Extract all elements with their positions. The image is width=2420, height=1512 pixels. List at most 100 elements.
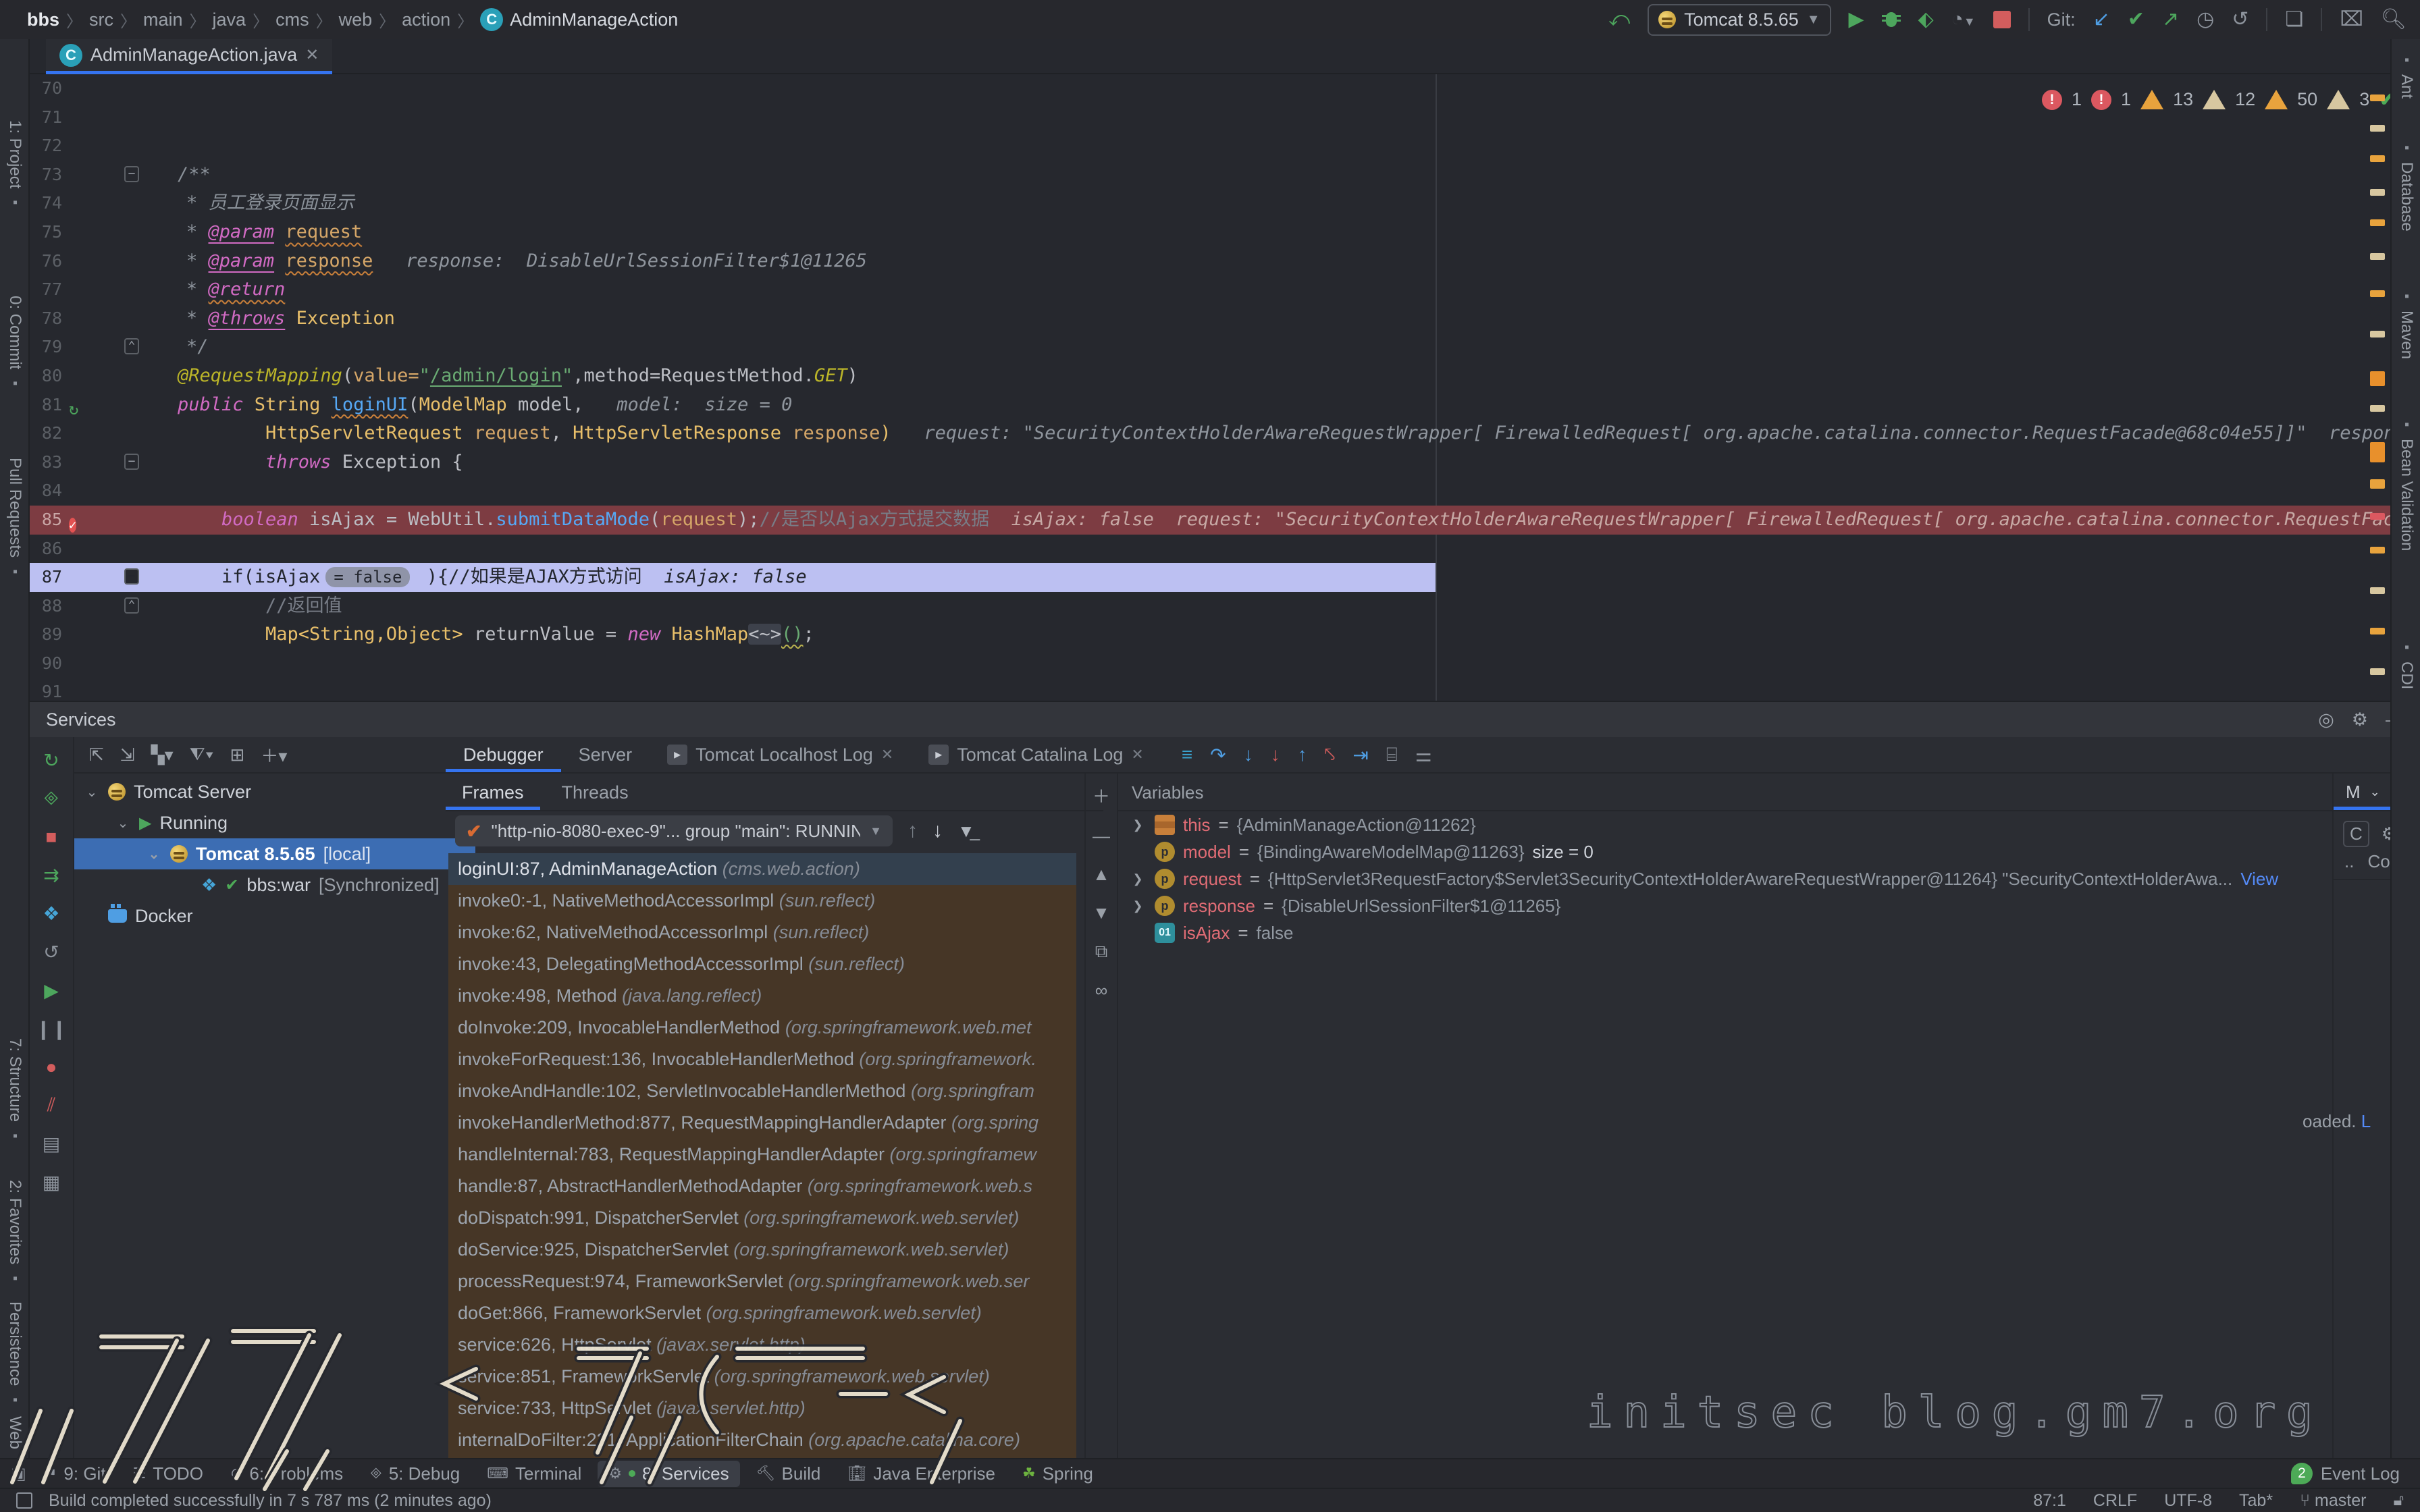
profiler-icon[interactable]: ◔▼ <box>1951 9 1976 30</box>
stack-frame[interactable]: invokeHandlerMethod:877, RequestMappingH… <box>448 1107 1076 1139</box>
git-commit-icon[interactable]: ✔ <box>2128 9 2145 30</box>
breadcrumb[interactable]: bbs〉src〉main〉java〉cms〉web〉action〉CAdminM… <box>0 8 678 32</box>
stack-frame[interactable]: loginUI:87, AdminManageAction (cms.web.a… <box>448 853 1076 885</box>
frames-list[interactable]: loginUI:87, AdminManageAction (cms.web.a… <box>448 853 1076 1459</box>
line-ending[interactable]: CRLF <box>2093 1491 2137 1511</box>
status-message[interactable]: Build completed successfully in 7 s 787 … <box>49 1491 492 1511</box>
debug-tab-server[interactable]: Server <box>561 737 650 772</box>
toolwindow-button-6-problems[interactable]: ⊘6: Problems <box>219 1461 354 1487</box>
close-icon[interactable]: ✕ <box>881 746 893 763</box>
code-line[interactable]: 86 <box>30 535 2393 564</box>
code-line[interactable]: 73−/** <box>30 161 2393 190</box>
toolwindow-button-8-services[interactable]: ⚙8: Services <box>598 1461 739 1487</box>
encoding[interactable]: UTF-8 <box>2164 1491 2212 1511</box>
refresh-icon[interactable]: ↺ <box>43 941 59 963</box>
run-config-selector[interactable]: Tomcat 8.5.65 ▼ <box>1648 4 1831 36</box>
pin-icon[interactable] <box>16 1492 32 1509</box>
breadcrumb-item[interactable]: web <box>339 9 373 30</box>
chevron-icon[interactable]: ⌄ <box>84 784 100 801</box>
close-icon[interactable]: ✕ <box>305 45 319 65</box>
stack-frame[interactable]: doGet:866, FrameworkServlet (org.springf… <box>448 1297 1076 1329</box>
rerun-icon[interactable]: ↻ <box>43 749 59 772</box>
infinity-icon[interactable]: ∞ <box>1095 980 1108 1001</box>
step-out-icon[interactable]: ↑ <box>1298 744 1307 765</box>
build-arrow-icon[interactable]: ⤺ <box>1608 9 1630 30</box>
code-line[interactable]: 85✓boolean isAjax = WebUtil.submitDataMo… <box>30 506 2393 535</box>
breadcrumb-item[interactable]: java <box>213 9 246 30</box>
toolwindow-button-terminal[interactable]: ⌨Terminal <box>476 1461 592 1487</box>
stripe-ant[interactable]: ▪Ant <box>2392 53 2420 99</box>
fold-marker-icon[interactable]: − <box>124 454 139 470</box>
move-up-icon[interactable]: ▲ <box>1093 864 1110 885</box>
stack-frame[interactable]: invoke0:-1, NativeMethodAccessorImpl (su… <box>448 885 1076 917</box>
close-icon[interactable]: ✕ <box>1131 746 1143 763</box>
stop-icon[interactable] <box>1993 11 2011 28</box>
add-service-icon[interactable]: ⊞ <box>230 745 245 765</box>
code-line[interactable]: 82HttpServletRequest request, HttpServle… <box>30 419 2393 448</box>
git-branch[interactable]: ⑂ master <box>2300 1491 2366 1511</box>
toolwindow-button-todo[interactable]: ☰TODO <box>122 1461 214 1487</box>
code-line[interactable]: 70 <box>30 74 2393 103</box>
stack-frame[interactable]: doDispatch:991, DispatcherServlet (org.s… <box>448 1202 1076 1234</box>
expand-chevron-icon[interactable]: ❯ <box>1129 899 1147 913</box>
stripe-2-favorites[interactable]: 2: Favorites▪ <box>0 1180 30 1286</box>
stripe-0-commit[interactable]: 0: Commit▪ <box>0 296 30 391</box>
variables-rows[interactable]: ❯this = {AdminManageAction@11262}pmodel … <box>1118 811 2332 946</box>
inspections-widget[interactable]: !1!11312503✔2⌃⌄ <box>2042 88 2393 111</box>
update-app-icon[interactable]: ⇉ <box>43 864 59 886</box>
chevron-icon[interactable]: ⌄ <box>146 846 162 863</box>
duplicate-icon[interactable]: ⧉ <box>1095 941 1108 963</box>
step-over-icon[interactable]: ↷ <box>1210 744 1226 766</box>
expand-chevron-icon[interactable]: ❯ <box>1129 818 1147 832</box>
resume-icon[interactable]: ▶ <box>44 979 59 1002</box>
stripe-database[interactable]: ▪Database <box>2392 140 2420 232</box>
debug-rerun-icon[interactable]: 🞜 <box>44 788 59 810</box>
stop-icon[interactable]: ■ <box>46 826 57 848</box>
fold-marker-icon[interactable]: − <box>124 166 139 182</box>
history-icon[interactable]: ◷ <box>2197 9 2214 30</box>
stack-frame[interactable]: doService:925, DispatcherServlet (org.sp… <box>448 1234 1076 1266</box>
stack-frame[interactable]: invoke:498, Method (java.lang.reflect) <box>448 980 1076 1012</box>
stack-frame[interactable]: service:851, FrameworkServlet (org.sprin… <box>448 1361 1076 1393</box>
stack-frame[interactable]: processRequest:974, FrameworkServlet (or… <box>448 1266 1076 1297</box>
stripe-7-structure[interactable]: 7: Structure▪ <box>0 1038 30 1143</box>
tree-item-tomcat-server[interactable]: ⌄Tomcat Server <box>74 776 475 807</box>
view-options-icon[interactable]: ⚌ <box>1415 744 1432 766</box>
debug-tab-debugger[interactable]: Debugger <box>446 737 561 772</box>
code-line[interactable]: 78* @throws Exception <box>30 304 2393 333</box>
event-log-button[interactable]: 2 Event Log <box>2291 1463 2400 1484</box>
breadcrumb-item[interactable]: cms <box>275 9 309 30</box>
debug-tab-tomcat-localhost-log[interactable]: ▸Tomcat Localhost Log✕ <box>650 737 911 772</box>
group-by-icon[interactable]: ▚▾ <box>151 745 174 765</box>
fold-marker-icon[interactable]: − <box>124 568 139 585</box>
evaluate-icon[interactable]: ⌸ <box>1386 744 1398 766</box>
toolwindow-button-9-git[interactable]: ⚑9: Git <box>33 1461 117 1487</box>
variable-isAjax[interactable]: 01isAjax = false <box>1118 919 2332 946</box>
thread-dropdown[interactable]: ✔ "http-nio-8080-exec-9"... group "main"… <box>455 815 893 846</box>
code-line[interactable]: 87−if(isAjax= false ){//如果是AJAX方式访问 isAj… <box>30 563 2393 592</box>
target-icon[interactable]: ◎ <box>2318 709 2334 730</box>
breadcrumb-item[interactable]: action <box>402 9 450 30</box>
stripe-cdi[interactable]: ▪CDI <box>2392 640 2420 689</box>
tree-item-running[interactable]: ⌄▶Running <box>74 807 475 838</box>
stack-frame[interactable]: invoke:43, DelegatingMethodAccessorImpl … <box>448 948 1076 980</box>
code-line[interactable]: 88⌃//返回值 <box>30 592 2393 621</box>
move-down-icon[interactable]: ▼ <box>1093 902 1110 923</box>
tab-frames[interactable]: Frames <box>446 776 540 810</box>
up-arrow-icon[interactable]: ↑ <box>908 819 918 842</box>
remove-watch-icon[interactable]: — <box>1093 826 1110 846</box>
toolwindow-button-5-debug[interactable]: 🞜5: Debug <box>359 1461 471 1487</box>
code-line[interactable]: 75* @param request <box>30 218 2393 247</box>
stack-frame[interactable]: handle:87, AbstractHandlerMethodAdapter … <box>448 1170 1076 1202</box>
debug-tab-tomcat-catalina-log[interactable]: ▸Tomcat Catalina Log✕ <box>911 737 1161 772</box>
toolwindow-button-build[interactable]: 🔨︎Build <box>745 1461 832 1487</box>
terminal-window-icon[interactable]: ⌧ <box>2340 9 2363 30</box>
down-arrow-icon[interactable]: ↓ <box>932 819 943 842</box>
drop-frame-icon[interactable]: ⤣ <box>1325 744 1336 766</box>
git-push-icon[interactable]: ↗ <box>2162 9 2179 30</box>
refresh-icon[interactable]: C <box>2343 821 2369 847</box>
toolwindow-button-spring[interactable]: ☘Spring <box>1011 1461 1104 1487</box>
breadcrumb-item[interactable]: src <box>89 9 113 30</box>
stack-frame[interactable]: service:733, HttpServlet (javax.servlet.… <box>448 1393 1076 1424</box>
fold-marker-icon[interactable]: ⌃ <box>124 597 139 614</box>
